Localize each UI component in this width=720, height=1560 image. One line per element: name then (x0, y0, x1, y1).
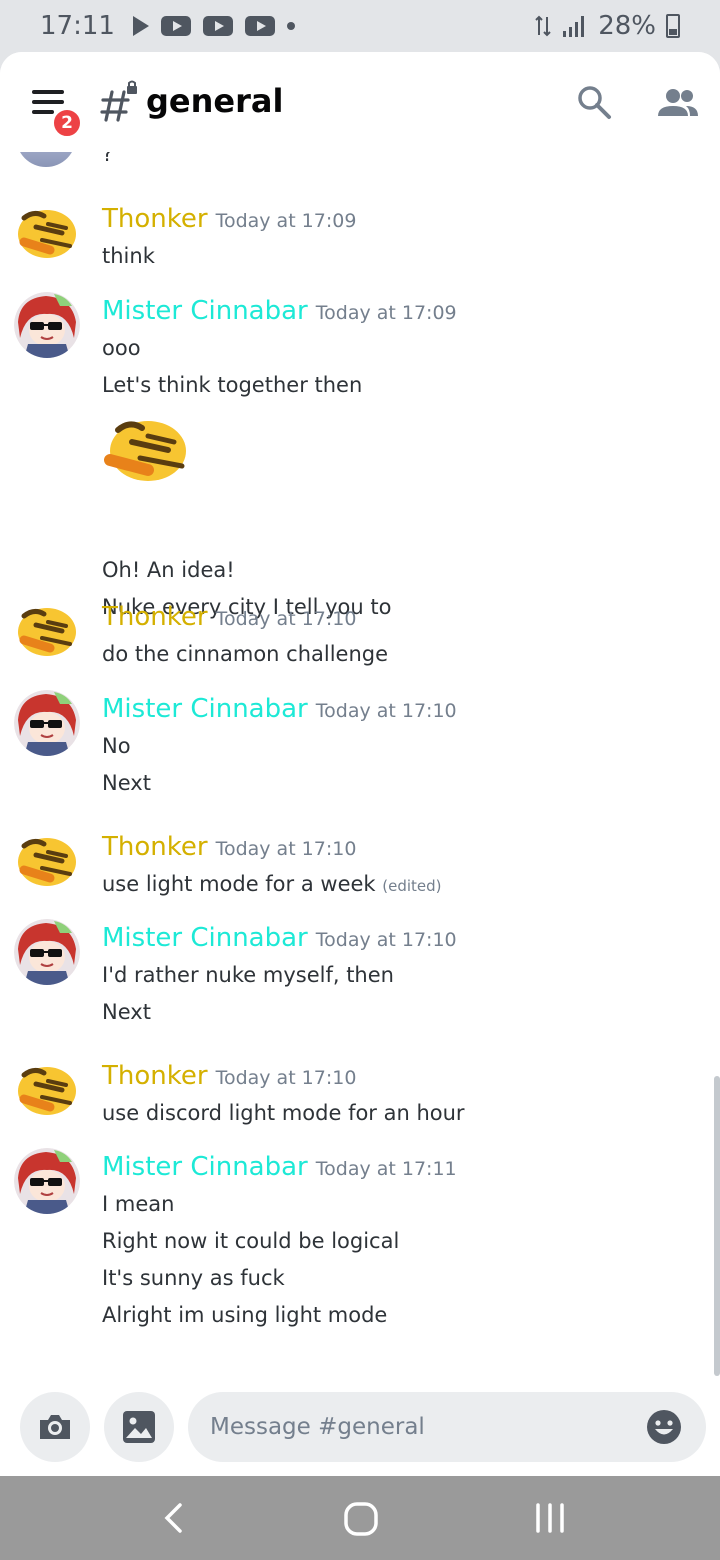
system-nav-bar (0, 1476, 720, 1560)
scrollbar[interactable] (714, 1076, 720, 1376)
author-name[interactable]: Mister Cinnabar (102, 923, 308, 953)
author-name[interactable]: Mister Cinnabar (102, 296, 308, 326)
timestamp: Today at 17:09 (315, 302, 457, 324)
avatar[interactable] (14, 598, 80, 664)
members-icon[interactable] (656, 86, 700, 120)
message-text: It's sunny as fuck (102, 1266, 285, 1290)
avatar[interactable] (14, 828, 80, 894)
anime-avatar-icon (14, 292, 80, 358)
message-text: think (102, 244, 155, 268)
author-name[interactable]: Mister Cinnabar (102, 1152, 308, 1182)
message-text: Alright im using light mode (102, 1303, 388, 1327)
message-header: Thonker Today at 17:10 (102, 602, 356, 632)
thinking-emoji-icon (18, 838, 76, 886)
message-input[interactable]: Message #general (188, 1392, 706, 1462)
camera-button[interactable] (20, 1392, 90, 1462)
channel-name[interactable]: general (146, 82, 283, 120)
back-icon[interactable] (160, 1502, 186, 1534)
edited-label: (edited) (382, 877, 442, 895)
channel-header: 2 general (0, 52, 720, 152)
emoji-picker-icon[interactable] (646, 1409, 682, 1445)
menu-icon (32, 110, 54, 114)
battery-percent: 28% (598, 11, 656, 41)
message-header: Mister Cinnabar Today at 17:10 (102, 694, 457, 724)
author-name[interactable]: Thonker (102, 832, 208, 862)
gallery-button[interactable] (104, 1392, 174, 1462)
message-text: Let's think together then (102, 373, 363, 397)
camera-icon (40, 1415, 70, 1439)
data-transfer-icon (535, 15, 551, 37)
battery-icon (666, 14, 680, 38)
anime-avatar-icon (14, 690, 80, 756)
author-name[interactable]: Mister Cinnabar (102, 694, 308, 724)
image-icon (123, 1411, 155, 1443)
avatar[interactable] (14, 292, 80, 358)
youtube-icon (244, 16, 275, 36)
menu-icon (32, 90, 64, 94)
avatar[interactable] (14, 1148, 80, 1214)
author-name[interactable]: Thonker (102, 602, 208, 632)
author-name[interactable]: Thonker (102, 1061, 208, 1091)
anime-avatar-icon (14, 1148, 80, 1214)
status-bar: 17:11 28% (0, 0, 720, 52)
avatar[interactable] (14, 690, 80, 756)
chat-panel: ? Thonker Today at 17:09 think Mister Ci… (0, 52, 720, 1476)
timestamp: Today at 17:10 (315, 929, 457, 951)
timestamp: Today at 17:10 (215, 838, 357, 860)
youtube-icon (202, 16, 233, 36)
message-text: Right now it could be logical (102, 1229, 400, 1253)
timestamp: Today at 17:10 (215, 608, 357, 630)
thinking-emoji-icon (18, 1067, 76, 1115)
message-header: Thonker Today at 17:09 (102, 204, 356, 234)
message-text: I'd rather nuke myself, then (102, 963, 394, 987)
timestamp: Today at 17:10 (215, 1067, 357, 1089)
menu-icon (32, 100, 64, 104)
message-text: ooo (102, 336, 141, 360)
status-time: 17:11 (40, 11, 115, 41)
message-header: Mister Cinnabar Today at 17:09 (102, 296, 457, 326)
signal-icon (563, 16, 585, 37)
message-text: use light mode for a week (edited) (102, 872, 442, 896)
message-text: Next (102, 771, 151, 795)
thinking-emoji-icon (18, 608, 76, 656)
message-header: Thonker Today at 17:10 (102, 832, 356, 862)
thinking-emoji-icon (18, 210, 76, 258)
message-header: Mister Cinnabar Today at 17:11 (102, 1152, 457, 1182)
message-text-content: use light mode for a week (102, 872, 376, 896)
avatar[interactable] (14, 200, 80, 266)
author-name[interactable]: Thonker (102, 204, 208, 234)
message-input-placeholder: Message #general (210, 1414, 425, 1440)
search-icon[interactable] (576, 84, 612, 120)
locked-channel-hash-icon (100, 80, 137, 122)
more-notifications-icon (286, 22, 295, 30)
notification-badge: 2 (52, 108, 82, 138)
timestamp: Today at 17:10 (315, 700, 457, 722)
avatar[interactable] (14, 919, 80, 985)
message-text: Next (102, 1000, 151, 1024)
message-header: Thonker Today at 17:10 (102, 1061, 356, 1091)
recent-apps-icon[interactable] (534, 1502, 566, 1534)
message-header: Mister Cinnabar Today at 17:10 (102, 923, 457, 953)
timestamp: Today at 17:11 (315, 1158, 457, 1180)
message-text: No (102, 734, 131, 758)
message-text: I mean (102, 1192, 175, 1216)
message-text: do the cinnamon challenge (102, 642, 389, 666)
message-text: use discord light mode for an hour (102, 1101, 465, 1125)
anime-avatar-icon (14, 919, 80, 985)
timestamp: Today at 17:09 (215, 210, 357, 232)
home-icon[interactable] (344, 1502, 378, 1536)
message-composer: Message #general (0, 1376, 720, 1476)
avatar[interactable] (14, 1057, 80, 1123)
message-text: Oh! An idea! (102, 558, 235, 582)
play-icon (132, 16, 149, 36)
youtube-icon (160, 16, 191, 36)
thinking-emoji-image[interactable] (102, 416, 188, 486)
thinking-emoji-icon (104, 421, 186, 481)
